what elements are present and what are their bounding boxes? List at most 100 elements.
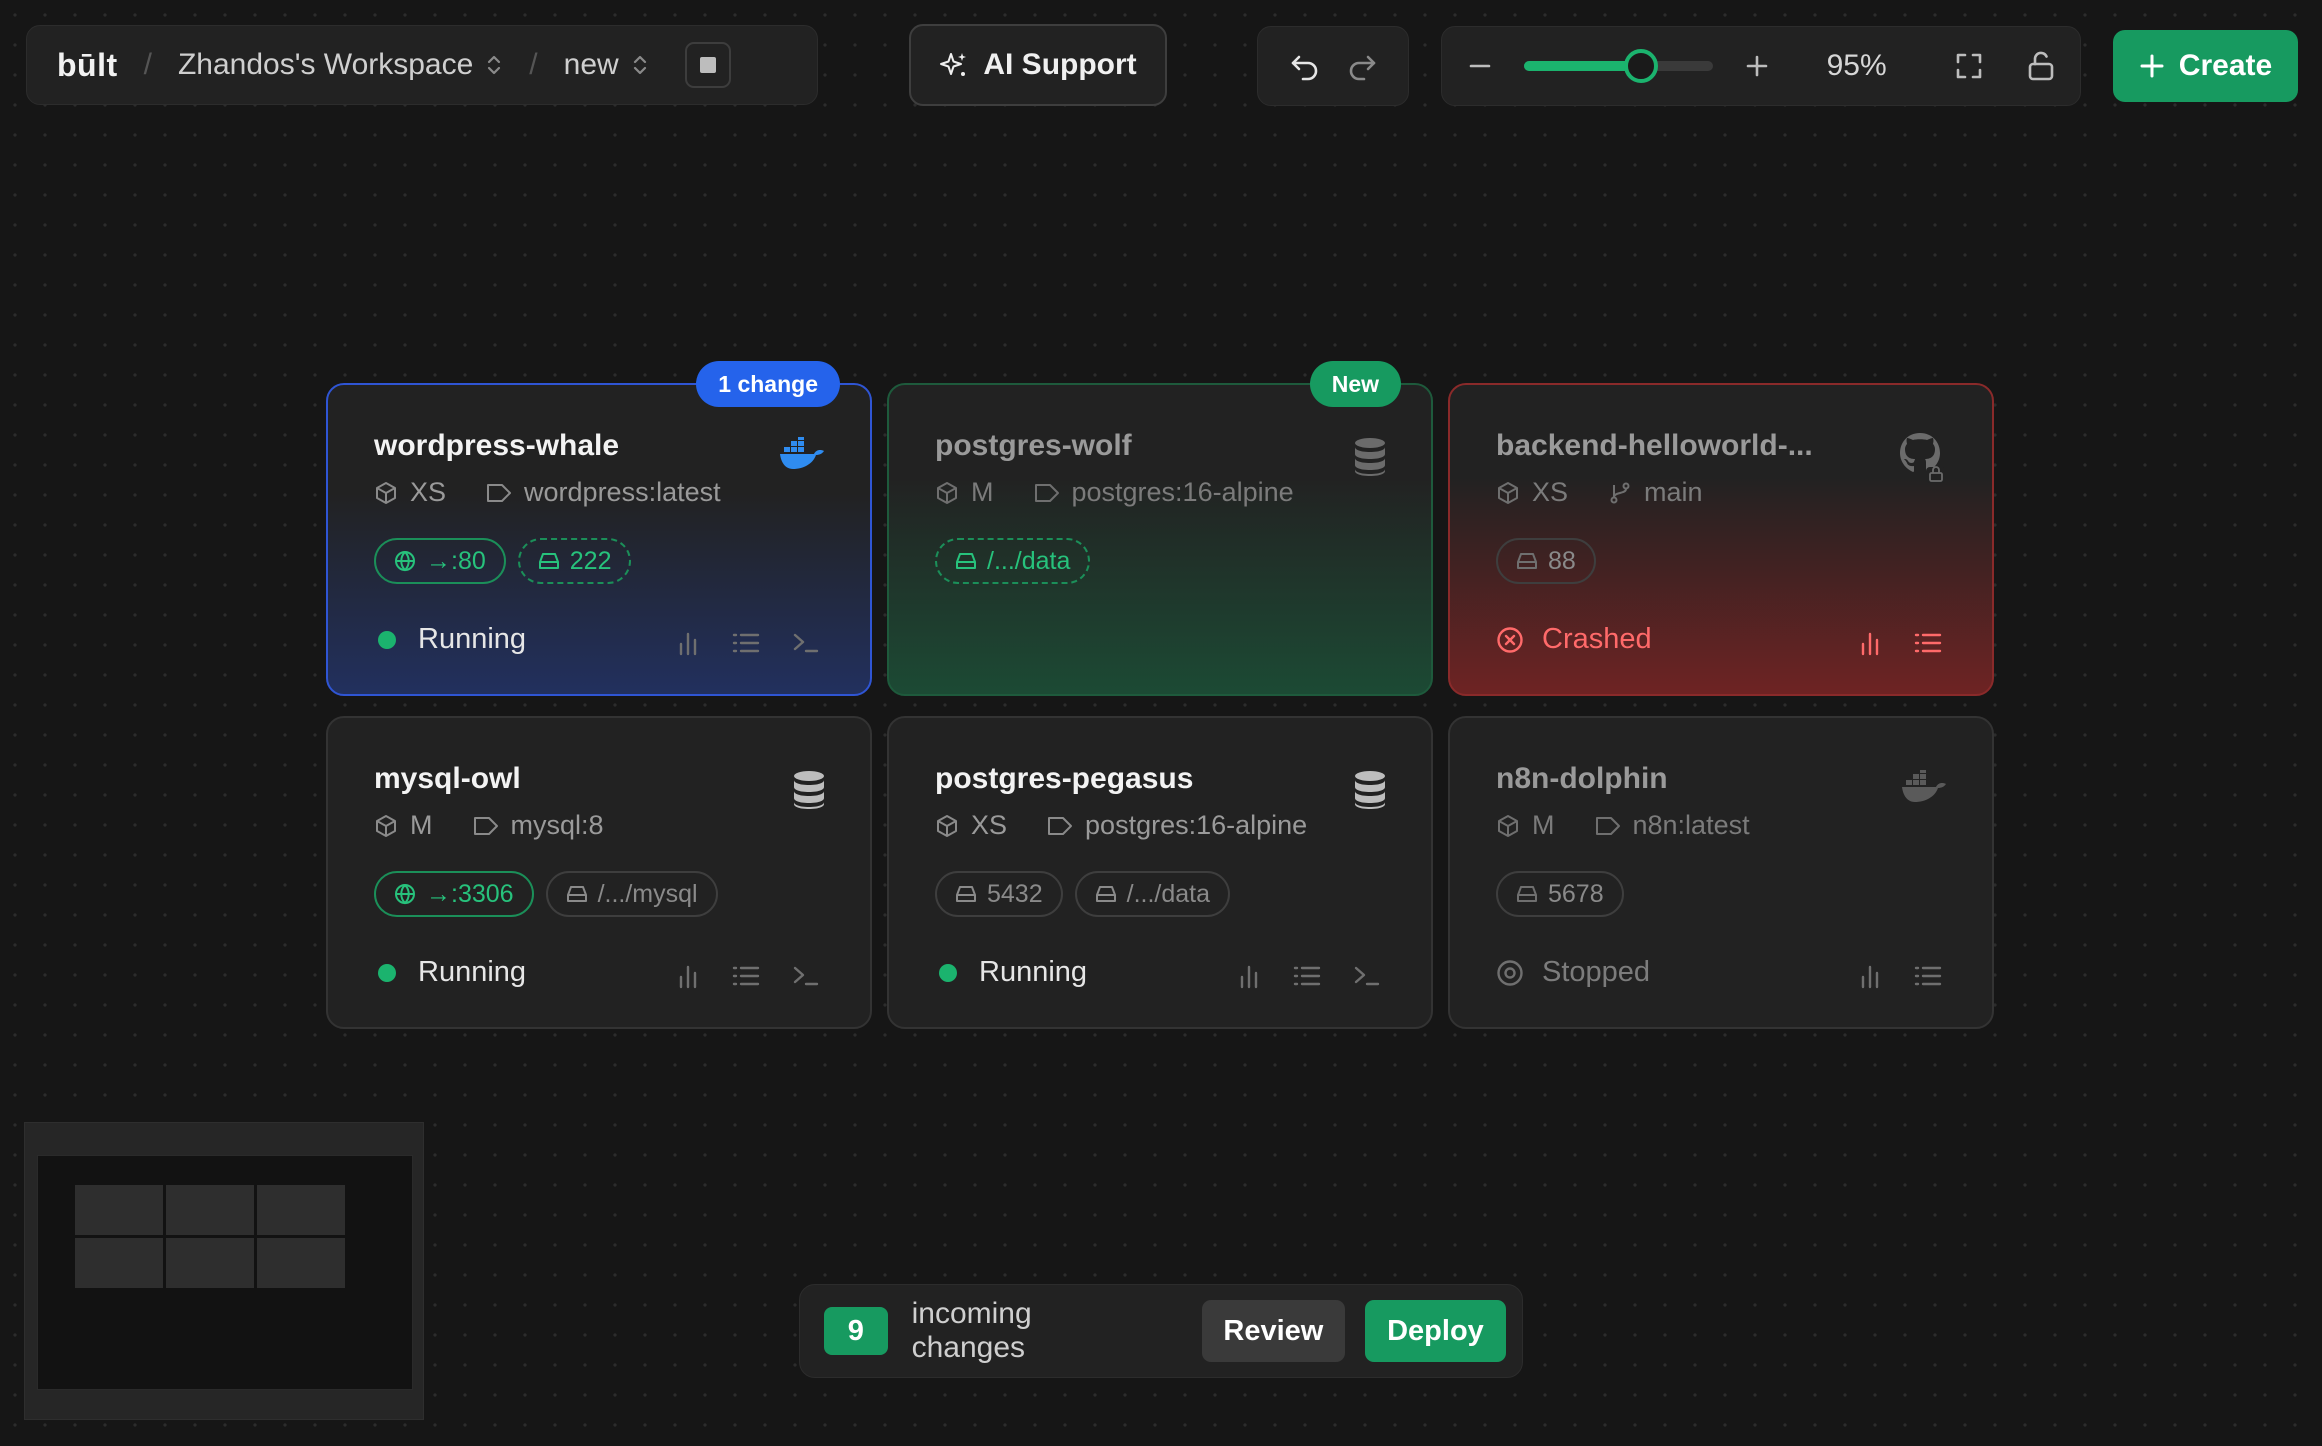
logs-icon[interactable] (732, 964, 760, 988)
logs-icon[interactable] (1914, 964, 1942, 988)
service-name: n8n-dolphin (1496, 762, 1668, 795)
create-button[interactable]: Create (2113, 30, 2298, 102)
port-pill[interactable]: →:3306 (374, 871, 534, 917)
port-value: 5432 (987, 879, 1043, 908)
stop-icon (699, 57, 716, 73)
service-card-postgres-pegasus[interactable]: postgres-pegasus XS postgres:16-alpine 5… (887, 716, 1433, 1029)
zoom-slider[interactable] (1524, 49, 1713, 83)
docker-icon (778, 437, 826, 471)
bult-logo[interactable]: būlt (57, 47, 118, 84)
volume-pill[interactable]: /.../data (1074, 871, 1231, 917)
tag-icon (486, 482, 512, 504)
port-value: →:3306 (426, 879, 514, 908)
metrics-icon[interactable] (1858, 963, 1882, 989)
cube-icon (935, 481, 959, 505)
metrics-icon[interactable] (676, 963, 700, 989)
status-indicator: Running (374, 623, 526, 656)
service-name: mysql-owl (374, 762, 521, 795)
status-dot (378, 963, 396, 982)
minimap[interactable] (24, 1122, 424, 1420)
tag-icon (1595, 815, 1621, 837)
globe-icon (394, 550, 416, 572)
minimap-node (257, 1185, 345, 1235)
redo-icon[interactable] (1346, 51, 1378, 81)
volume-pill[interactable]: /.../data (935, 538, 1091, 584)
drive-icon (955, 551, 977, 571)
service-size: XS (410, 477, 447, 507)
service-image: n8n:latest (1632, 810, 1750, 840)
workspace-selector[interactable]: Zhandos's Workspace (178, 48, 473, 82)
minimap-nodes (75, 1185, 345, 1288)
volume-pill[interactable]: /.../mysql (545, 871, 718, 917)
volume-pill[interactable]: 222 (517, 538, 632, 584)
service-card-n8n-dolphin[interactable]: n8n-dolphin M n8n:latest 5678 Stopped (1448, 716, 1994, 1029)
minimap-node (75, 1185, 163, 1235)
tag-icon (473, 815, 499, 837)
chevron-updown-icon[interactable] (631, 52, 649, 78)
review-button[interactable]: Review (1201, 1300, 1345, 1362)
cube-icon (1496, 481, 1520, 505)
service-name: postgres-pegasus (935, 762, 1194, 795)
status-indicator: Stopped (1496, 956, 1650, 989)
zoom-slider-handle[interactable] (1623, 49, 1658, 83)
port-pill[interactable]: 5432 (935, 871, 1063, 917)
status-indicator: Crashed (1496, 623, 1652, 656)
terminal-icon[interactable] (792, 964, 820, 988)
ai-support-button[interactable]: AI Support (909, 24, 1167, 106)
logs-icon[interactable] (1293, 964, 1321, 988)
minimap-node (75, 1238, 163, 1288)
service-card-backend-helloworld[interactable]: backend-helloworld-... XS main 88 Crashe… (1448, 383, 1994, 696)
database-icon (792, 770, 826, 810)
deploy-bar: 9 incoming changes Review Deploy (799, 1284, 1523, 1378)
stop-button[interactable] (684, 42, 731, 88)
minimap-node (257, 1238, 345, 1288)
service-size: M (1532, 810, 1555, 840)
unlock-icon[interactable] (2026, 50, 2056, 82)
undo-icon[interactable] (1289, 51, 1321, 81)
logs-icon[interactable] (732, 631, 760, 655)
service-size: XS (971, 810, 1008, 840)
stopped-icon (1496, 959, 1524, 987)
service-size: M (410, 810, 433, 840)
port-pill[interactable]: →:80 (374, 538, 506, 584)
database-icon (1353, 437, 1387, 477)
status-indicator: Running (935, 956, 1087, 989)
service-card-wordpress-whale[interactable]: 1 change wordpress-whale XS wordpress:la… (326, 361, 872, 696)
cube-icon (935, 814, 959, 838)
status-text: Running (418, 956, 527, 988)
drive-icon (1516, 551, 1538, 571)
tag-icon (1047, 815, 1073, 837)
service-card-mysql-owl[interactable]: mysql-owl M mysql:8 →:3306 /.../mysql Ru… (326, 716, 872, 1029)
git-branch-icon (1608, 481, 1632, 505)
globe-icon (394, 883, 416, 905)
logs-icon[interactable] (1914, 631, 1942, 655)
zoom-out-icon[interactable] (1466, 52, 1494, 80)
sparkles-icon (939, 50, 969, 80)
drive-icon (566, 884, 588, 904)
volume-pill[interactable]: 88 (1496, 538, 1596, 584)
volume-value: /.../data (1126, 879, 1211, 908)
fullscreen-icon[interactable] (1954, 51, 1984, 81)
metrics-icon[interactable] (676, 630, 700, 656)
breadcrumb-separator: / (529, 48, 538, 81)
cube-icon (1496, 814, 1520, 838)
status-indicator: Running (374, 956, 526, 989)
port-pill[interactable]: 5678 (1496, 871, 1624, 917)
deploy-button[interactable]: Deploy (1364, 1300, 1506, 1362)
metrics-icon[interactable] (1858, 630, 1882, 656)
status-text: Running (418, 623, 527, 655)
terminal-icon[interactable] (792, 631, 820, 655)
chevron-updown-icon[interactable] (485, 52, 503, 78)
change-badge: 1 change (696, 361, 840, 407)
environment-selector[interactable]: new (564, 48, 619, 82)
zoom-in-icon[interactable] (1743, 52, 1771, 80)
status-dot (939, 963, 957, 982)
crashed-icon (1496, 626, 1524, 654)
metrics-icon[interactable] (1237, 963, 1261, 989)
volume-value: 88 (1548, 546, 1576, 575)
volume-value: /.../mysql (597, 879, 698, 908)
service-image: wordpress:latest (524, 477, 721, 507)
terminal-icon[interactable] (1353, 964, 1381, 988)
service-name: backend-helloworld-... (1496, 429, 1813, 462)
service-card-postgres-wolf[interactable]: New postgres-wolf M postgres:16-alpine /… (887, 361, 1433, 696)
